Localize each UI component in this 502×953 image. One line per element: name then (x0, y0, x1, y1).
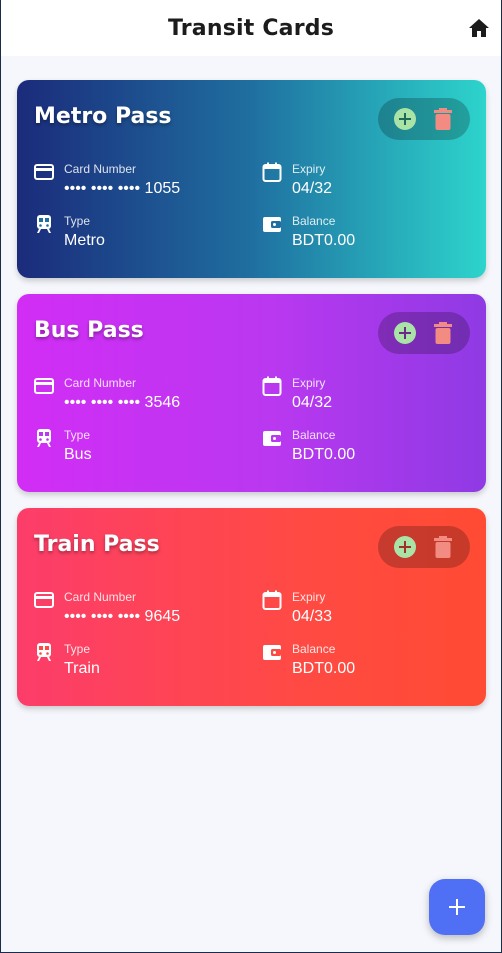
home-icon (469, 19, 489, 37)
app-bar: Transit Cards (1, 0, 501, 56)
balance-value: BDT0.00 (292, 232, 356, 249)
type-value: Bus (64, 446, 92, 463)
train-icon (37, 429, 51, 447)
calendar-icon (262, 376, 282, 396)
type-label: Type (64, 642, 91, 656)
delete-card-button[interactable] (430, 320, 456, 346)
credit-card-icon (34, 378, 54, 394)
card-number-value: •••• •••• •••• 9645 (64, 608, 181, 625)
type-value: Metro (64, 232, 105, 249)
add-circle-icon (394, 108, 416, 130)
transit-card[interactable]: Bus Pass Card Number •••• •••• •••• 3546… (17, 294, 486, 492)
balance-label: Balance (292, 642, 336, 656)
trash-icon (434, 108, 452, 130)
trash-icon (434, 536, 452, 558)
expiry-label: Expiry (292, 162, 326, 176)
transit-card[interactable]: Train Pass Card Number •••• •••• •••• 96… (17, 508, 486, 706)
home-button[interactable] (467, 16, 491, 40)
card-number-label: Card Number (64, 376, 137, 390)
credit-card-icon (34, 592, 54, 608)
calendar-icon (262, 590, 282, 610)
credit-card-icon (34, 164, 54, 180)
transit-card[interactable]: Metro Pass Card Number •••• •••• •••• 10… (17, 80, 486, 278)
type-label: Type (64, 214, 91, 228)
card-number-value: •••• •••• •••• 3546 (64, 394, 181, 411)
expiry-value: 04/32 (292, 180, 333, 197)
add-card-button[interactable] (429, 879, 485, 935)
card-title: Metro Pass (34, 104, 172, 129)
trash-icon (434, 322, 452, 344)
wallet-icon (263, 645, 281, 660)
type-label: Type (64, 428, 91, 442)
add-balance-button[interactable] (392, 534, 418, 560)
card-actions (378, 98, 470, 140)
add-balance-button[interactable] (392, 320, 418, 346)
balance-label: Balance (292, 428, 336, 442)
card-title: Bus Pass (34, 318, 144, 343)
wallet-icon (263, 217, 281, 232)
expiry-value: 04/33 (292, 608, 333, 625)
add-circle-icon (394, 322, 416, 344)
balance-value: BDT0.00 (292, 660, 356, 677)
wallet-icon (263, 431, 281, 446)
expiry-value: 04/32 (292, 394, 333, 411)
delete-card-button[interactable] (430, 534, 456, 560)
plus-icon (449, 899, 465, 915)
type-value: Train (64, 660, 100, 677)
card-list: Metro Pass Card Number •••• •••• •••• 10… (17, 80, 486, 722)
add-circle-icon (394, 536, 416, 558)
expiry-label: Expiry (292, 590, 326, 604)
train-icon (37, 215, 51, 233)
calendar-icon (262, 162, 282, 182)
card-number-label: Card Number (64, 590, 137, 604)
card-number-label: Card Number (64, 162, 137, 176)
balance-value: BDT0.00 (292, 446, 356, 463)
delete-card-button[interactable] (430, 106, 456, 132)
expiry-label: Expiry (292, 376, 326, 390)
card-actions (378, 526, 470, 568)
balance-label: Balance (292, 214, 336, 228)
train-icon (37, 643, 51, 661)
card-title: Train Pass (34, 532, 160, 557)
card-number-value: •••• •••• •••• 1055 (64, 180, 181, 197)
page-title: Transit Cards (167, 15, 335, 41)
add-balance-button[interactable] (392, 106, 418, 132)
card-actions (378, 312, 470, 354)
